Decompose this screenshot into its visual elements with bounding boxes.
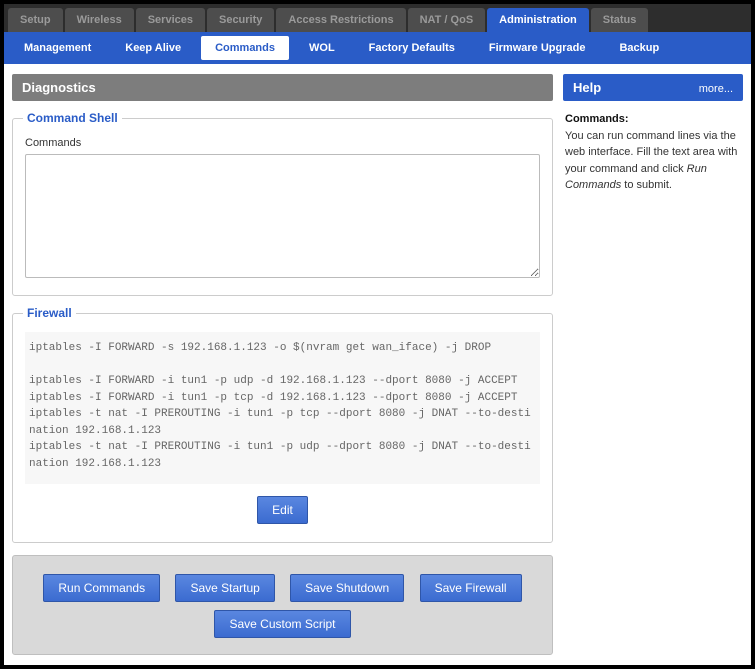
tab-nat-qos[interactable]: NAT / QoS — [408, 8, 486, 32]
tab-setup[interactable]: Setup — [8, 8, 63, 32]
run-commands-button[interactable]: Run Commands — [43, 574, 160, 602]
commands-textarea[interactable] — [25, 154, 540, 278]
firewall-panel: Firewall iptables -I FORWARD -s 192.168.… — [12, 306, 553, 543]
save-shutdown-button[interactable]: Save Shutdown — [290, 574, 404, 602]
help-column: Help more... Commands: You can run comma… — [563, 74, 743, 204]
tab-administration[interactable]: Administration — [487, 8, 589, 32]
tab-security[interactable]: Security — [207, 8, 274, 32]
save-startup-button[interactable]: Save Startup — [175, 574, 274, 602]
subtab-firmware-upgrade[interactable]: Firmware Upgrade — [475, 36, 600, 60]
subtab-backup[interactable]: Backup — [605, 36, 673, 60]
help-text-after: to submit. — [621, 179, 672, 191]
subtab-wol[interactable]: WOL — [295, 36, 349, 60]
page-title: Diagnostics — [12, 74, 553, 101]
help-text-before: You can run command lines via the web in… — [565, 130, 737, 175]
save-firewall-button[interactable]: Save Firewall — [420, 574, 522, 602]
firewall-legend: Firewall — [23, 306, 76, 320]
help-more-link[interactable]: more... — [699, 83, 733, 95]
help-content: Commands: You can run command lines via … — [563, 101, 743, 204]
save-custom-script-button[interactable]: Save Custom Script — [214, 610, 350, 638]
sub-nav: Management Keep Alive Commands WOL Facto… — [4, 32, 751, 64]
edit-button[interactable]: Edit — [257, 496, 308, 524]
subtab-management[interactable]: Management — [10, 36, 105, 60]
subtab-factory-defaults[interactable]: Factory Defaults — [355, 36, 469, 60]
command-shell-panel: Command Shell Commands — [12, 111, 553, 296]
help-title: Help — [573, 80, 601, 95]
help-title-bar: Help more... — [563, 74, 743, 101]
top-nav: Setup Wireless Services Security Access … — [4, 4, 751, 32]
tab-status[interactable]: Status — [591, 8, 649, 32]
firewall-rules-text: iptables -I FORWARD -s 192.168.1.123 -o … — [25, 332, 540, 484]
tab-services[interactable]: Services — [136, 8, 205, 32]
subtab-keep-alive[interactable]: Keep Alive — [111, 36, 195, 60]
help-heading: Commands: — [565, 113, 629, 125]
tab-access-restrictions[interactable]: Access Restrictions — [276, 8, 405, 32]
command-shell-legend: Command Shell — [23, 111, 122, 125]
main-column: Diagnostics Command Shell Commands Firew… — [12, 74, 553, 655]
subtab-commands[interactable]: Commands — [201, 36, 289, 60]
action-bar: Run Commands Save Startup Save Shutdown … — [12, 555, 553, 655]
tab-wireless[interactable]: Wireless — [65, 8, 134, 32]
app-window: Setup Wireless Services Security Access … — [4, 4, 751, 665]
commands-label: Commands — [25, 137, 540, 149]
